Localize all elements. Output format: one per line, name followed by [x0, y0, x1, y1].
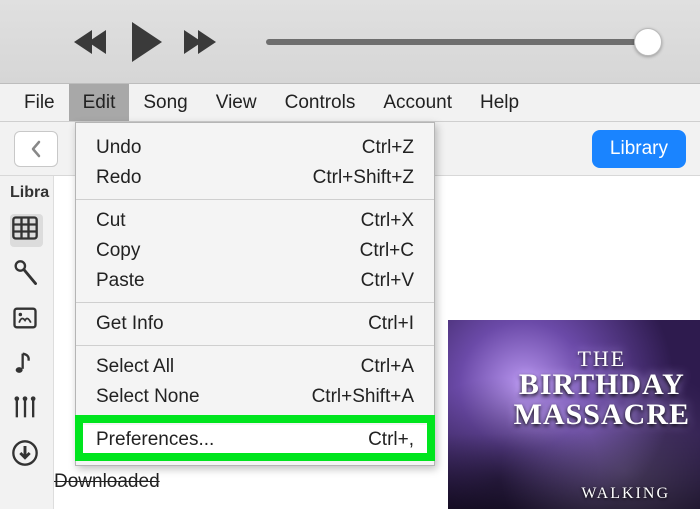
sidebar-item-downloaded[interactable]	[10, 439, 43, 472]
album-art[interactable]: THE BIRTHDAY MASSACRE WALKING	[448, 320, 700, 509]
menu-item-selectnone[interactable]: Select None Ctrl+Shift+A	[76, 382, 434, 412]
menu-item-shortcut: Ctrl+Shift+Z	[313, 167, 414, 189]
grid-icon	[10, 214, 40, 242]
sidebar-item-songs[interactable]	[10, 349, 43, 382]
menu-separator	[76, 199, 434, 200]
menu-item-copy[interactable]: Copy Ctrl+C	[76, 236, 434, 266]
menu-separator	[76, 418, 434, 419]
rewind-button[interactable]	[78, 30, 106, 54]
menubar: File Edit Song View Controls Account Hel…	[0, 84, 700, 122]
album-title-line3: MASSACRE	[514, 400, 690, 430]
music-note-icon	[10, 349, 40, 377]
album-subtitle: WALKING	[581, 485, 670, 503]
album-title-line1: THE	[514, 348, 690, 370]
menu-file[interactable]: File	[10, 84, 69, 121]
album-title: THE BIRTHDAY MASSACRE	[514, 348, 690, 430]
menu-item-preferences[interactable]: Preferences... Ctrl+,	[76, 425, 434, 455]
menu-item-paste[interactable]: Paste Ctrl+V	[76, 266, 434, 296]
sidebar-item-artists[interactable]	[10, 259, 43, 292]
menu-item-label: Paste	[96, 270, 145, 292]
slider-track	[266, 39, 648, 45]
menu-item-shortcut: Ctrl+C	[360, 240, 414, 262]
menu-help[interactable]: Help	[466, 84, 533, 121]
menu-item-label: Select All	[96, 356, 174, 378]
chevron-left-icon	[29, 140, 43, 158]
forward-button[interactable]	[188, 30, 216, 54]
menu-song[interactable]: Song	[129, 84, 201, 121]
album-icon	[10, 304, 40, 332]
menu-item-shortcut: Ctrl+I	[368, 313, 414, 335]
menu-account[interactable]: Account	[369, 84, 466, 121]
menu-item-label: Cut	[96, 210, 126, 232]
sidebar: Libra	[0, 176, 54, 509]
volume-slider[interactable]	[266, 28, 662, 56]
download-icon	[10, 439, 40, 467]
play-button[interactable]	[132, 22, 162, 62]
menu-item-shortcut: Ctrl+,	[368, 429, 414, 451]
menu-item-label: Get Info	[96, 313, 164, 335]
sidebar-item-albums[interactable]	[10, 304, 43, 337]
guitar-icon	[10, 394, 40, 422]
library-button[interactable]: Library	[592, 130, 686, 168]
menu-separator	[76, 345, 434, 346]
sidebar-item-grid[interactable]	[10, 214, 43, 247]
menu-item-label: Preferences...	[96, 429, 214, 451]
album-title-line2: BIRTHDAY	[514, 370, 690, 400]
playback-controls	[78, 22, 216, 62]
truncated-text: Downloaded	[54, 471, 160, 493]
sidebar-item-genres[interactable]	[10, 394, 43, 427]
menu-item-label: Redo	[96, 167, 141, 189]
menu-edit[interactable]: Edit	[69, 84, 130, 121]
menu-item-cut[interactable]: Cut Ctrl+X	[76, 206, 434, 236]
menu-item-selectall[interactable]: Select All Ctrl+A	[76, 352, 434, 382]
menu-item-shortcut: Ctrl+X	[361, 210, 414, 232]
menu-separator	[76, 302, 434, 303]
menu-item-label: Select None	[96, 386, 200, 408]
menu-item-redo[interactable]: Redo Ctrl+Shift+Z	[76, 163, 434, 193]
slider-thumb[interactable]	[634, 28, 662, 56]
menu-item-label: Undo	[96, 137, 141, 159]
menu-item-shortcut: Ctrl+Z	[362, 137, 414, 159]
menu-item-getinfo[interactable]: Get Info Ctrl+I	[76, 309, 434, 339]
back-button[interactable]	[14, 131, 58, 167]
menu-item-shortcut: Ctrl+V	[361, 270, 414, 292]
menu-item-shortcut: Ctrl+A	[361, 356, 414, 378]
playback-bar	[0, 0, 700, 84]
menu-view[interactable]: View	[202, 84, 271, 121]
menu-item-shortcut: Ctrl+Shift+A	[312, 386, 414, 408]
menu-item-label: Copy	[96, 240, 140, 262]
menu-item-undo[interactable]: Undo Ctrl+Z	[76, 133, 434, 163]
microphone-icon	[10, 259, 40, 287]
menu-controls[interactable]: Controls	[271, 84, 370, 121]
edit-menu-dropdown: Undo Ctrl+Z Redo Ctrl+Shift+Z Cut Ctrl+X…	[75, 122, 435, 466]
sidebar-header: Libra	[0, 176, 51, 208]
